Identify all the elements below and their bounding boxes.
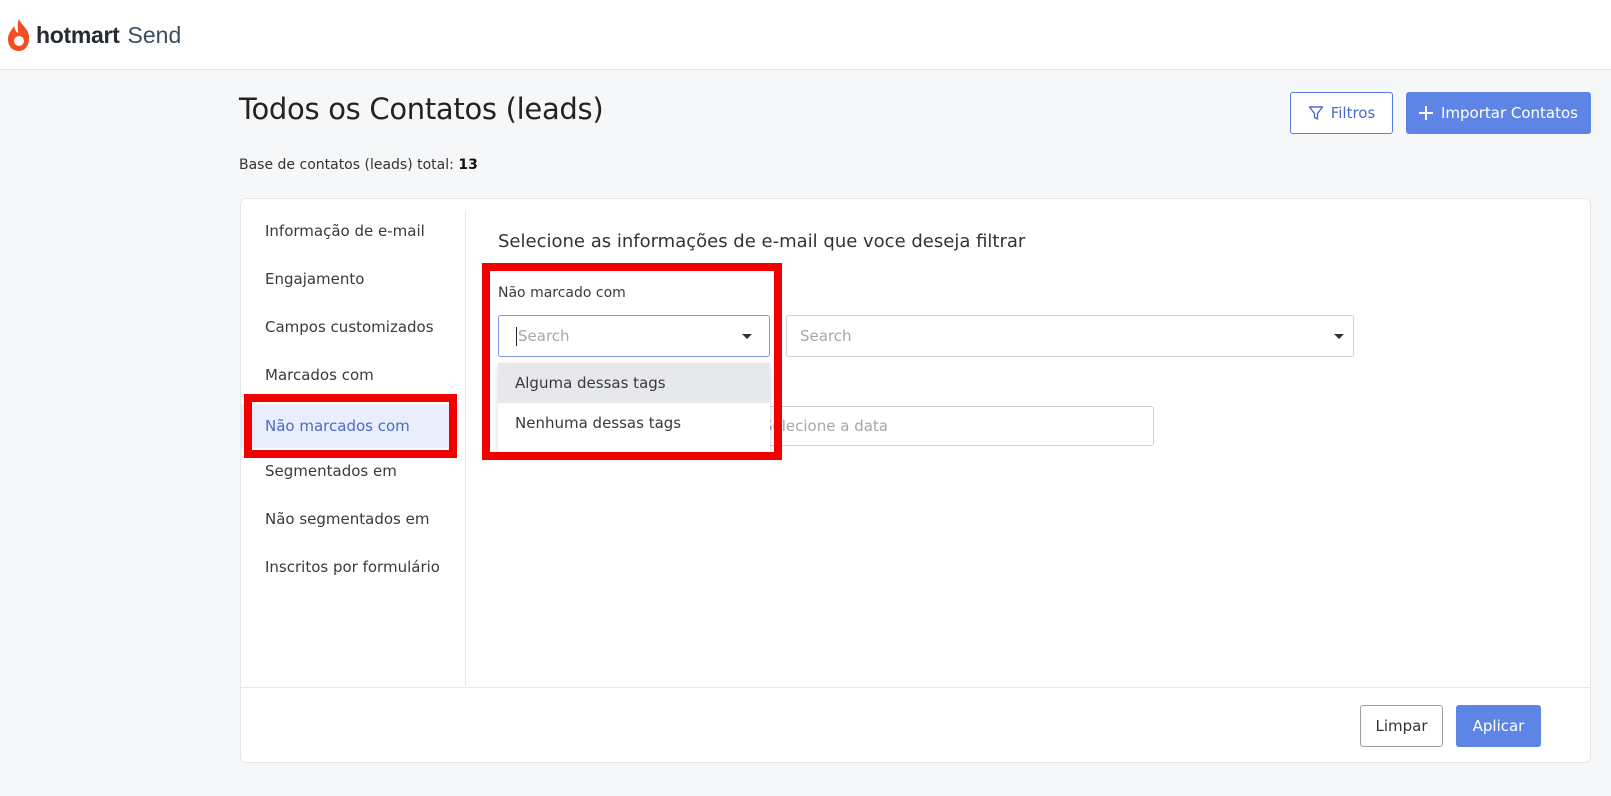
filter-icon <box>1308 106 1323 120</box>
filter-panel: Informação de e-mail Engajamento Campos … <box>240 198 1591 763</box>
section-title: Selecione as informações de e-mail que v… <box>498 231 1026 252</box>
panel-footer-divider <box>241 687 1590 688</box>
sidebar-item-label: Inscritos por formulário <box>265 558 440 576</box>
top-bar: hotmart Send <box>0 0 1611 70</box>
sidebar-item-email-info[interactable]: Informação de e-mail <box>241 209 458 253</box>
contacts-total: Base de contatos (leads) total: 13 <box>239 157 478 173</box>
sidebar-item-label: Engajamento <box>265 270 365 288</box>
sidebar-item-engagement[interactable]: Engajamento <box>241 257 458 301</box>
clear-button[interactable]: Limpar <box>1360 705 1443 747</box>
sidebar-item-not-segmented-in[interactable]: Não segmentados em <box>241 497 458 541</box>
product-name: Send <box>127 21 182 48</box>
brand-name: hotmart <box>36 21 120 48</box>
clear-button-label: Limpar <box>1375 717 1428 735</box>
apply-button[interactable]: Aplicar <box>1456 705 1541 747</box>
page-title: Todos os Contatos (leads) <box>239 92 604 126</box>
sidebar-item-label: Campos customizados <box>265 318 434 336</box>
contacts-total-value: 13 <box>458 157 478 173</box>
panel-divider <box>465 211 466 686</box>
tags-select[interactable]: Search <box>786 315 1354 357</box>
dropdown-highlight-box <box>482 263 782 460</box>
filters-button-label: Filtros <box>1330 104 1376 122</box>
sidebar-item-form-subscribers[interactable]: Inscritos por formulário <box>241 545 458 589</box>
hotmart-flame-icon <box>8 19 30 51</box>
contacts-total-label: Base de contatos (leads) total: <box>239 157 454 173</box>
sidebar-item-label: Não segmentados em <box>265 510 430 528</box>
date-input-placeholder: Selecione a data <box>763 417 888 435</box>
filters-button[interactable]: Filtros <box>1290 92 1393 134</box>
import-contacts-label: Importar Contatos <box>1440 104 1578 122</box>
chevron-down-icon <box>1334 334 1344 339</box>
sidebar-item-label: Segmentados em <box>265 462 397 480</box>
plus-icon <box>1418 106 1433 120</box>
tags-select-placeholder: Search <box>800 327 852 345</box>
date-input[interactable]: Selecione a data <box>761 406 1154 446</box>
sidebar-item-label: Marcados com <box>265 366 374 384</box>
hotmart-send-logo[interactable]: hotmart Send <box>6 18 181 52</box>
sidebar-item-custom-fields[interactable]: Campos customizados <box>241 305 458 349</box>
sidebar-item-tagged-with[interactable]: Marcados com <box>241 353 458 397</box>
import-contacts-button[interactable]: Importar Contatos <box>1406 92 1591 134</box>
apply-button-label: Aplicar <box>1472 717 1525 735</box>
sidebar-highlight-box <box>244 394 457 458</box>
sidebar-item-label: Informação de e-mail <box>265 222 425 240</box>
